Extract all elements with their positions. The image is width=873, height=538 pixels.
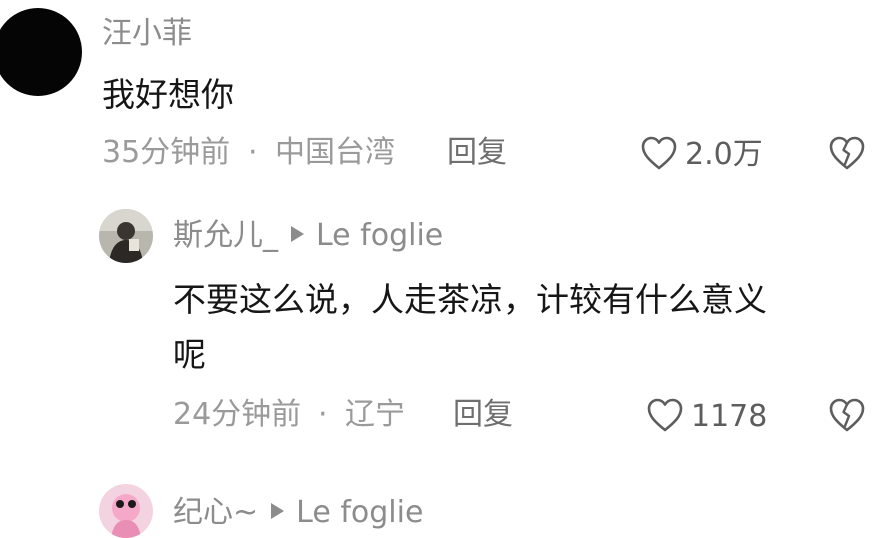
- like-button[interactable]: 2.0万: [639, 134, 763, 176]
- reply-arrow-icon: [268, 500, 286, 526]
- reply-location: 辽宁: [345, 397, 405, 432]
- comment-time: 35分钟前: [102, 135, 231, 170]
- meta-separator: ·: [318, 397, 328, 432]
- reply-header: 纪心~ Le foglie: [173, 498, 423, 528]
- reply-time: 24分钟前: [173, 397, 302, 432]
- avatar[interactable]: [0, 8, 82, 96]
- reply-text-line-2: 呢: [173, 335, 206, 374]
- comment-username[interactable]: 汪小菲: [102, 19, 192, 49]
- meta-separator: ·: [248, 135, 258, 170]
- reply-button[interactable]: 回复: [447, 138, 507, 168]
- reply-username[interactable]: 纪心~: [173, 498, 258, 528]
- reply-text-line-1: 不要这么说，人走茶凉，计较有什么意义: [173, 280, 767, 319]
- reply-target-username[interactable]: Le foglie: [296, 498, 423, 528]
- dislike-button[interactable]: [826, 396, 868, 438]
- comment-text: 我好想你: [102, 75, 234, 114]
- avatar[interactable]: [99, 209, 153, 263]
- broken-heart-icon: [826, 136, 868, 176]
- like-count: 1178: [691, 399, 768, 434]
- like-count: 2.0万: [685, 137, 763, 172]
- reply-target-username[interactable]: Le foglie: [316, 221, 443, 251]
- reply-button[interactable]: 回复: [453, 400, 513, 430]
- comment-location: 中国台湾: [275, 135, 395, 170]
- reply-username[interactable]: 斯允儿_: [173, 221, 278, 251]
- reply-arrow-icon: [288, 223, 306, 249]
- broken-heart-icon: [826, 398, 868, 438]
- heart-outline-icon: [639, 134, 679, 176]
- heart-outline-icon: [645, 396, 685, 438]
- like-button[interactable]: 1178: [645, 396, 767, 438]
- reply-header: 斯允儿_ Le foglie: [173, 221, 443, 251]
- dislike-button[interactable]: [826, 134, 868, 176]
- avatar[interactable]: [99, 484, 153, 538]
